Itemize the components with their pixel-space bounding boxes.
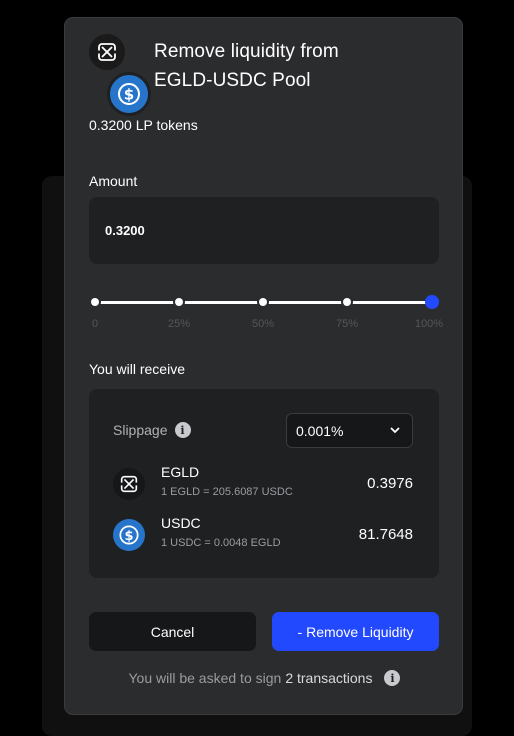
token-amount: 0.3976: [367, 475, 413, 492]
usdc-icon: $: [113, 519, 145, 551]
lp-token-balance: 0.3200 LP tokens: [89, 117, 198, 133]
slippage-label: Slippage i: [113, 422, 191, 438]
slippage-select[interactable]: 0.001%: [286, 413, 413, 448]
slider-stop-25[interactable]: [173, 296, 185, 308]
modal-title-line-1: Remove liquidity from: [154, 41, 339, 62]
token-rate: 1 USDC = 0.0048 EGLD: [161, 537, 281, 549]
amount-percent-slider[interactable]: 0 25% 50% 75% 100%: [89, 294, 444, 334]
egld-icon: [87, 32, 127, 72]
slider-tick-label: 25%: [167, 318, 191, 330]
egld-icon: [113, 468, 145, 500]
slider-tick-label: 0: [91, 318, 99, 330]
slippage-value: 0.001%: [296, 422, 344, 439]
slider-stop-0[interactable]: [89, 296, 101, 308]
slippage-label-text: Slippage: [113, 422, 168, 438]
token-symbol: EGLD: [161, 464, 200, 480]
receive-token-row-egld: EGLD 1 EGLD = 205.6087 USDC 0.3976: [113, 464, 413, 508]
slider-tick-label: 100%: [414, 318, 444, 330]
slider-stop-50[interactable]: [257, 296, 269, 308]
pool-pair-icons: $: [87, 32, 157, 116]
modal-title-pool-name: EGLD-USDC Pool: [154, 70, 311, 91]
receive-panel: Slippage i 0.001% EGLD 1 EGLD = 205.6087…: [89, 389, 439, 578]
receive-label: You will receive: [89, 361, 185, 377]
info-icon[interactable]: i: [174, 422, 191, 438]
usdc-icon: $: [107, 72, 151, 116]
sign-note-prefix: You will be asked to sign: [128, 670, 282, 686]
sign-transactions-note: You will be asked to sign 2 transactions…: [65, 670, 464, 686]
token-amount: 81.7648: [358, 526, 413, 543]
slider-tick-label: 50%: [251, 318, 275, 330]
slider-stop-75[interactable]: [341, 296, 353, 308]
info-icon[interactable]: i: [384, 670, 401, 686]
amount-label: Amount: [89, 173, 138, 189]
transaction-count: 2 transactions: [285, 670, 373, 686]
token-symbol: USDC: [161, 515, 201, 531]
svg-text:$: $: [124, 529, 133, 544]
cancel-button[interactable]: Cancel: [89, 612, 256, 651]
remove-liquidity-modal: $ Remove liquidity from EGLD-USDC Pool 0…: [64, 17, 463, 715]
slider-tick-label: 75%: [335, 318, 359, 330]
svg-text:$: $: [124, 86, 134, 104]
chevron-down-icon: [390, 427, 400, 434]
receive-token-row-usdc: $ USDC 1 USDC = 0.0048 EGLD 81.7648: [113, 515, 413, 559]
amount-input[interactable]: [89, 197, 439, 264]
token-rate: 1 EGLD = 205.6087 USDC: [161, 486, 293, 498]
slider-handle[interactable]: [425, 295, 439, 309]
remove-liquidity-button[interactable]: - Remove Liquidity: [272, 612, 439, 651]
